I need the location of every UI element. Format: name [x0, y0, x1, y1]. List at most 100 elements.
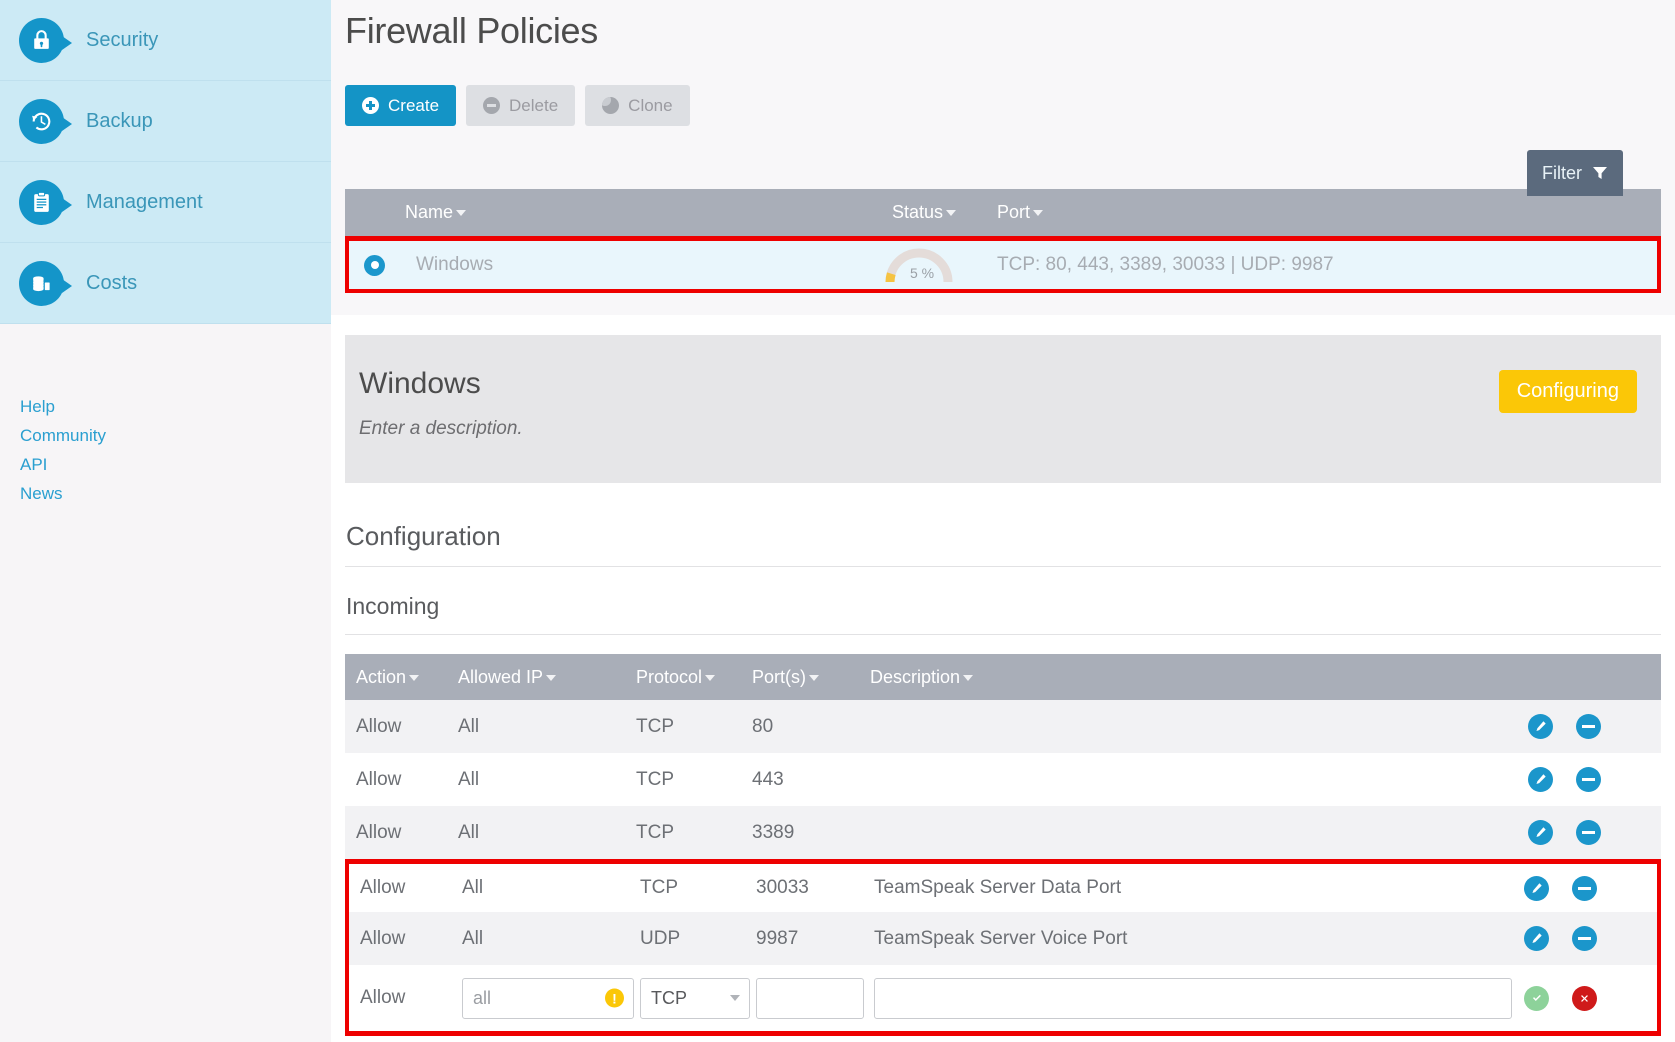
- detail-header: Windows Enter a description. Configuring: [345, 335, 1661, 483]
- plus-icon: [362, 97, 379, 114]
- warning-icon: !: [605, 989, 624, 1008]
- sidebar-item-backup[interactable]: Backup: [0, 81, 331, 162]
- col-header-name[interactable]: Name: [345, 202, 892, 223]
- col-header-protocol[interactable]: Protocol: [636, 667, 752, 688]
- policy-table: Name Status Port Windows: [345, 189, 1661, 293]
- subsection-title-incoming: Incoming: [345, 567, 1661, 635]
- col-header-ports[interactable]: Port(s): [752, 667, 870, 688]
- allowed-ip-field-wrap: all !: [462, 978, 640, 1019]
- cell-allowed-ip: All: [462, 928, 640, 950]
- cell-allowed-ip: All: [462, 877, 640, 899]
- confirm-icon[interactable]: [1524, 986, 1549, 1011]
- sidebar-nav: Security Backup: [0, 0, 331, 324]
- cell-ports: 30033: [756, 877, 874, 899]
- col-header-status-label: Status: [892, 202, 943, 222]
- cell-action: Allow: [345, 769, 458, 791]
- policy-table-header: Name Status Port: [345, 189, 1661, 236]
- edit-icon[interactable]: [1528, 767, 1553, 792]
- table-row[interactable]: Allow All TCP 80: [345, 700, 1661, 753]
- radio-selected-icon[interactable]: [364, 255, 385, 276]
- page-title: Firewall Policies: [331, 0, 1675, 52]
- table-row[interactable]: Allow All TCP 30033 TeamSpeak Server Dat…: [349, 859, 1657, 912]
- sidebar-item-costs[interactable]: Costs: [0, 243, 331, 324]
- toolbar: Create Delete Clone: [331, 52, 1675, 126]
- link-api[interactable]: API: [20, 454, 331, 476]
- table-row[interactable]: Allow All TCP 3389: [345, 806, 1661, 859]
- sidebar-item-label: Security: [86, 29, 158, 52]
- status-badge[interactable]: Configuring: [1499, 370, 1637, 413]
- description-field-wrap: [874, 978, 1524, 1019]
- minus-icon: [483, 97, 500, 114]
- sidebar-item-label: Management: [86, 191, 203, 214]
- protocol-field-wrap: TCP: [640, 978, 756, 1019]
- table-row[interactable]: Allow All UDP 9987 TeamSpeak Server Voic…: [349, 912, 1657, 965]
- cell-action: Allow: [349, 877, 462, 899]
- ports-input[interactable]: [756, 978, 864, 1019]
- remove-icon[interactable]: [1576, 820, 1601, 845]
- remove-icon[interactable]: [1576, 714, 1601, 739]
- sidebar-item-label: Backup: [86, 110, 153, 133]
- col-header-allowed-ip-label: Allowed IP: [458, 667, 543, 687]
- cell-ports: 3389: [752, 822, 870, 844]
- col-header-name-label: Name: [405, 202, 453, 222]
- link-news[interactable]: News: [20, 483, 331, 505]
- protocol-select[interactable]: TCP: [640, 978, 750, 1019]
- row-actions: [1524, 876, 1657, 901]
- highlighted-rows-group: Allow All TCP 30033 TeamSpeak Server Dat…: [345, 859, 1661, 1036]
- link-help[interactable]: Help: [20, 396, 331, 418]
- status-gauge-label: 5 %: [910, 265, 934, 281]
- sidebar-item-label: Costs: [86, 272, 137, 295]
- policy-name: Windows: [416, 254, 493, 276]
- new-rule-actions: [1524, 986, 1657, 1011]
- remove-icon[interactable]: [1572, 926, 1597, 951]
- sidebar-item-management[interactable]: Management: [0, 162, 331, 243]
- detail-description[interactable]: Enter a description.: [359, 418, 1661, 440]
- chevron-down-icon: [963, 675, 973, 681]
- cell-protocol: TCP: [640, 877, 756, 899]
- clone-icon: [602, 97, 619, 114]
- cell-action: Allow: [345, 716, 458, 738]
- coins-icon: [19, 261, 64, 306]
- filter-row: Filter: [331, 150, 1675, 189]
- edit-icon[interactable]: [1524, 926, 1549, 951]
- edit-icon[interactable]: [1528, 714, 1553, 739]
- col-header-allowed-ip[interactable]: Allowed IP: [458, 667, 636, 688]
- table-row[interactable]: Allow All TCP 443: [345, 753, 1661, 806]
- row-actions: [1524, 926, 1657, 951]
- cell-allowed-ip: All: [458, 716, 636, 738]
- description-input[interactable]: [874, 978, 1512, 1019]
- sidebar-item-security[interactable]: Security: [0, 0, 331, 81]
- row-actions: [1528, 714, 1661, 739]
- allowed-ip-input[interactable]: all !: [462, 978, 634, 1019]
- edit-icon[interactable]: [1524, 876, 1549, 901]
- app-root: Security Backup: [0, 0, 1675, 1042]
- policy-name-cell: Windows: [349, 254, 892, 276]
- filter-button[interactable]: Filter: [1527, 150, 1623, 196]
- col-header-ports-label: Port(s): [752, 667, 806, 687]
- config-table: Action Allowed IP Protocol Port(s) Descr…: [345, 654, 1661, 1036]
- col-header-action[interactable]: Action: [345, 667, 458, 688]
- chevron-down-icon: [809, 675, 819, 681]
- link-community[interactable]: Community: [20, 425, 331, 447]
- cell-protocol: UDP: [640, 928, 756, 950]
- col-header-port[interactable]: Port: [997, 202, 1661, 223]
- remove-icon[interactable]: [1572, 876, 1597, 901]
- chevron-down-icon: [705, 675, 715, 681]
- col-header-status[interactable]: Status: [892, 202, 997, 223]
- cancel-icon[interactable]: [1572, 986, 1597, 1011]
- col-header-protocol-label: Protocol: [636, 667, 702, 687]
- create-button[interactable]: Create: [345, 85, 456, 126]
- policy-status-cell: 5 %: [892, 244, 997, 286]
- clone-button[interactable]: Clone: [585, 85, 689, 126]
- chevron-down-icon: [730, 995, 740, 1001]
- table-row[interactable]: Windows 5 % TCP: 80, 443, 3389, 30033 | …: [345, 236, 1661, 293]
- cell-action: Allow: [349, 987, 462, 1009]
- edit-icon[interactable]: [1528, 820, 1553, 845]
- col-header-description[interactable]: Description: [870, 667, 1528, 688]
- delete-button[interactable]: Delete: [466, 85, 575, 126]
- remove-icon[interactable]: [1576, 767, 1601, 792]
- col-header-action-label: Action: [356, 667, 406, 687]
- create-button-label: Create: [388, 96, 439, 116]
- row-actions: [1528, 820, 1661, 845]
- cell-ports: 80: [752, 716, 870, 738]
